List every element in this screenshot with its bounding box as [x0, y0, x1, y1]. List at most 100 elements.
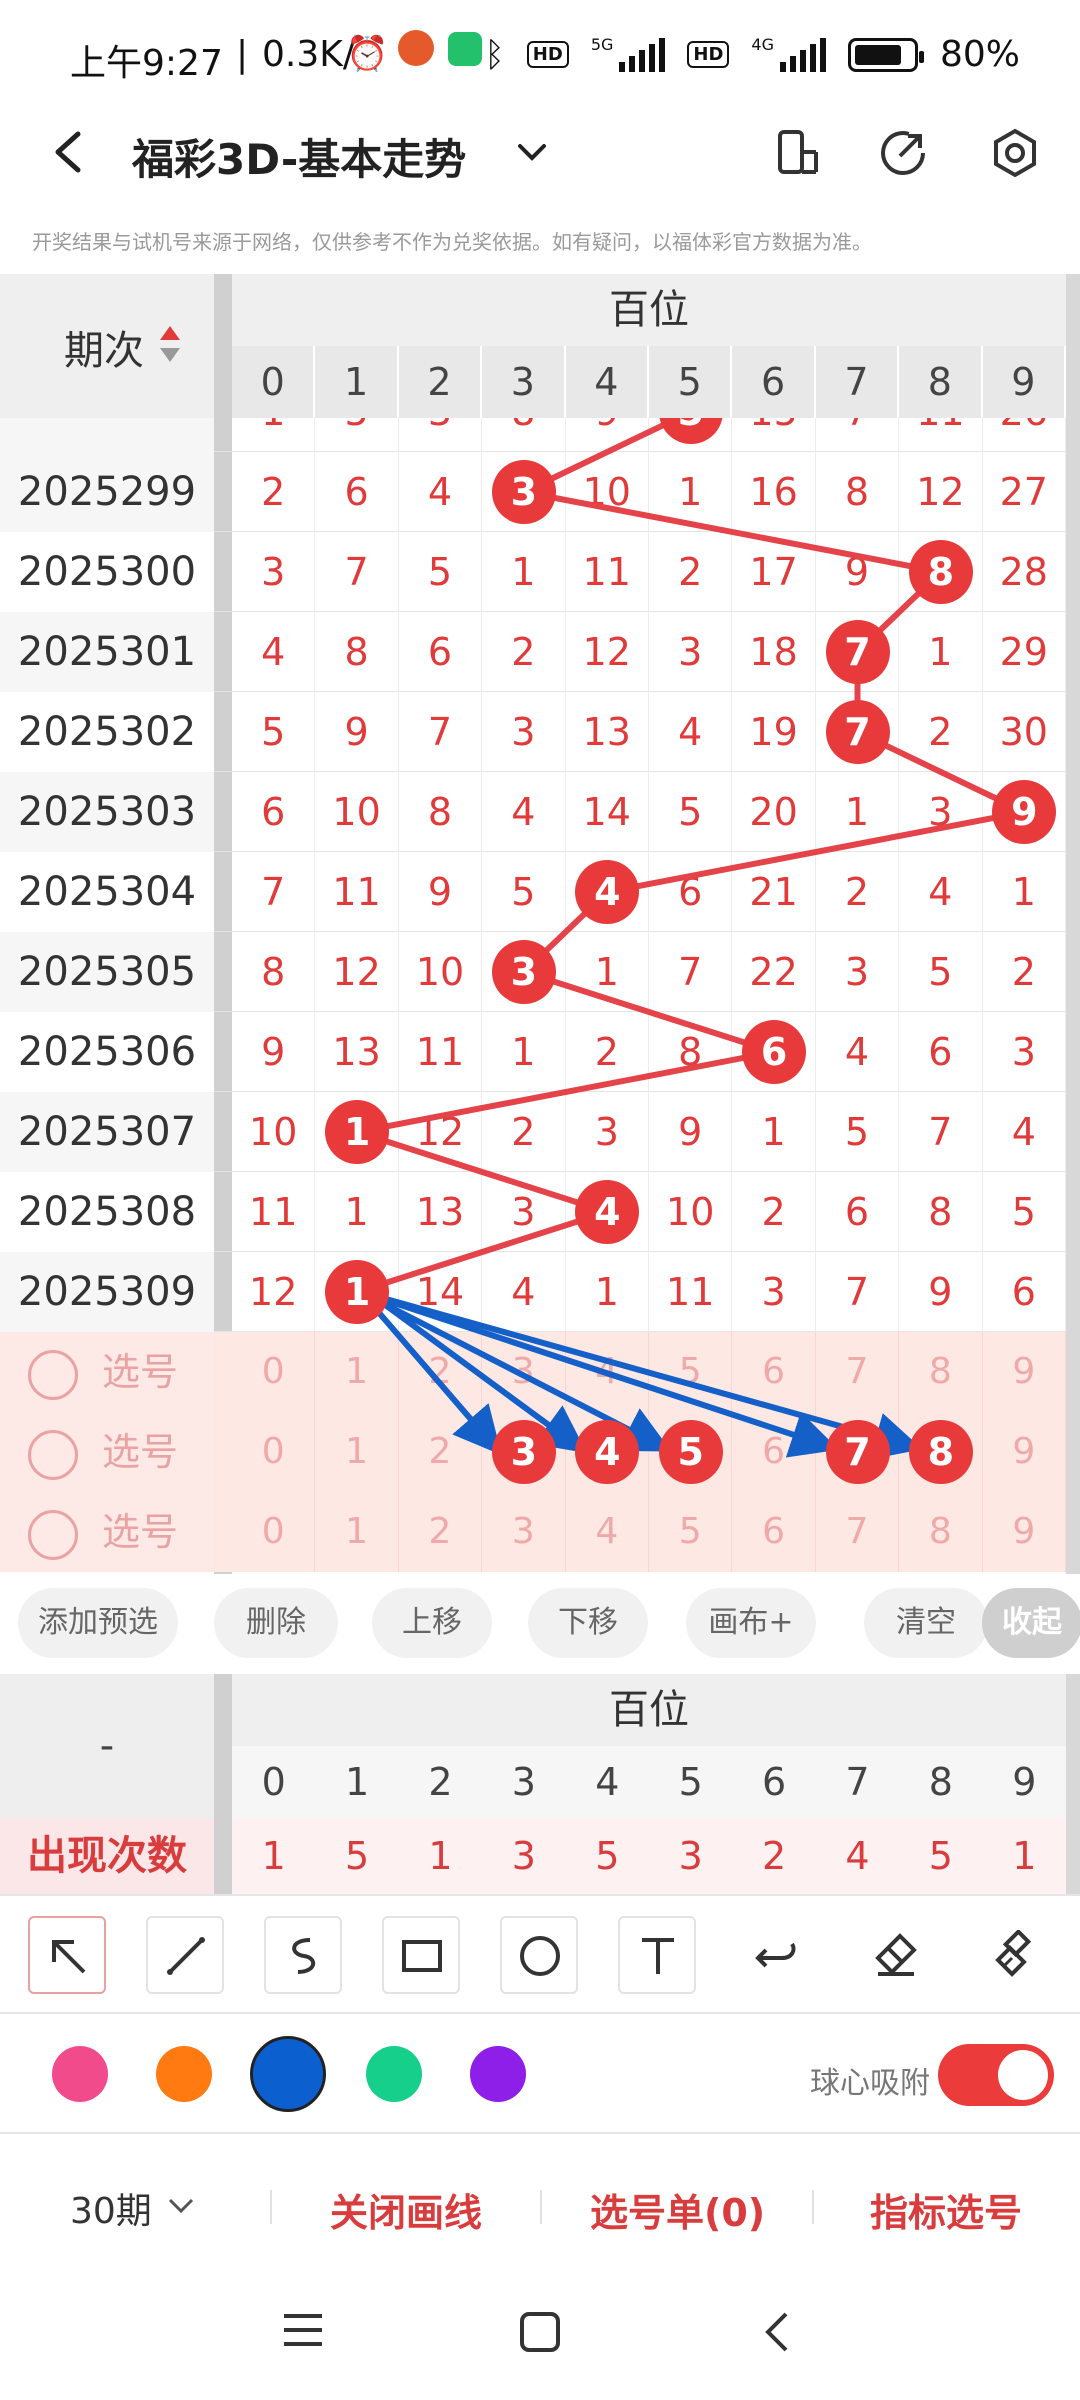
period-select[interactable]: 30期: [70, 2182, 152, 2234]
action-bar: 添加预选 删除 上移 下移 画布+ 清空 收起: [0, 1574, 1080, 1674]
column-header-9: 9: [983, 346, 1066, 418]
trend-table: 期次 百位 0123456789 15389157112620252992641…: [0, 274, 1080, 1574]
sort-icon[interactable]: [158, 324, 182, 364]
action-button-0[interactable]: 添加预选: [18, 1588, 178, 1658]
circle-tool[interactable]: [500, 1916, 578, 1994]
stats-table: - 百位 0 1 2 3 4 5 6 7 8 9 出现次数 1 5 1 3 5 3 2 4 5 1: [0, 1674, 1080, 1894]
column-header-4: 4: [566, 346, 649, 418]
action-button-2[interactable]: 上移: [372, 1588, 492, 1658]
stats-column-9: 9: [1012, 1760, 1037, 1804]
stats-value: 5: [344, 1834, 370, 1878]
color-swatch[interactable]: [250, 2036, 326, 2112]
stats-values: 1 5 1 3 5 3 2 4 5 1: [232, 1818, 1066, 1894]
column-header-2: 2: [399, 346, 483, 418]
text-tool[interactable]: [618, 1916, 696, 1994]
text-icon: [642, 1938, 674, 1974]
stats-group-header: 百位: [232, 1674, 1066, 1746]
hit-ball: 1: [325, 1100, 390, 1164]
right-scrollbar[interactable]: [1066, 274, 1080, 1574]
indicator-pick-button[interactable]: 指标选号: [870, 2182, 1022, 2237]
status-bar: 上午9:27 | 0.3K/s ⏰ ᛒ HD 5G HD 4G 80%: [0, 0, 1080, 120]
chevron-down-icon[interactable]: [512, 132, 552, 172]
snap-toggle-knob: [998, 2050, 1048, 2100]
action-button-5[interactable]: 清空: [864, 1588, 988, 1658]
hit-ball: 3: [491, 460, 556, 524]
color-swatch[interactable]: [470, 2046, 526, 2102]
pick-list-button[interactable]: 选号单(0): [590, 2182, 765, 2237]
stats-value: 3: [678, 1834, 703, 1878]
hit-ball: 6: [742, 1020, 807, 1084]
stats-value: 5: [595, 1834, 620, 1878]
chevron-down-icon[interactable]: [166, 2196, 196, 2216]
column-header-7: 7: [816, 346, 900, 418]
color-swatch[interactable]: [366, 2046, 422, 2102]
rectangle-icon: [402, 1940, 442, 1972]
disclaimer-text: 开奖结果与试机号来源于网络，仅供参考不作为兑奖依据。如有疑问，以福体彩官方数据为…: [32, 230, 872, 254]
stats-column-6: 6: [761, 1760, 787, 1804]
action-button-4[interactable]: 画布+: [686, 1588, 816, 1658]
column-header-3: 3: [482, 346, 566, 418]
hit-ball: 9: [992, 780, 1057, 844]
share-icon[interactable]: [876, 126, 930, 180]
action-button-6[interactable]: 收起: [982, 1588, 1080, 1658]
period-header[interactable]: 期次: [0, 274, 214, 418]
snap-toggle[interactable]: [938, 2044, 1054, 2106]
circle-icon: [520, 1936, 560, 1976]
table-body[interactable]: 1538915711262025299264101168122720253003…: [0, 418, 1066, 1574]
stats-column-0: 0: [261, 1760, 286, 1804]
divider: [540, 2190, 542, 2224]
trend-balls: 53877943614134578: [0, 418, 1066, 1574]
hit-ball: 7: [825, 700, 890, 764]
clear-brush-icon[interactable]: [990, 1930, 1040, 1980]
stats-column-2: 2: [428, 1760, 453, 1804]
layout-switch-icon[interactable]: [770, 126, 824, 180]
settings-icon[interactable]: [988, 126, 1042, 180]
menu-icon[interactable]: [280, 2310, 326, 2350]
line-tool[interactable]: [146, 1916, 224, 1994]
page-title: 福彩3D-基本走势: [132, 135, 467, 184]
stats-column-headers: 0 1 2 3 4 5 6 7 8 9: [232, 1746, 1066, 1818]
action-button-1[interactable]: 删除: [214, 1588, 338, 1658]
action-button-3[interactable]: 下移: [528, 1588, 648, 1658]
curve-icon: [292, 1938, 315, 1974]
picked-ball[interactable]: 3: [491, 1420, 556, 1484]
signal-icon-1: [619, 37, 666, 72]
group-header: 百位: [232, 274, 1066, 346]
picked-ball[interactable]: 7: [825, 1420, 890, 1484]
picked-ball[interactable]: 4: [575, 1420, 640, 1484]
column-headers: 0123456789: [232, 346, 1066, 418]
hit-ball: 7: [825, 620, 890, 684]
system-nav-bar: [0, 2266, 1080, 2400]
home-icon[interactable]: [518, 2310, 562, 2354]
app-notification-icon: [398, 30, 434, 66]
divider: [270, 2190, 272, 2224]
stats-value: 1: [1012, 1834, 1037, 1878]
close-draw-button[interactable]: 关闭画线: [330, 2182, 482, 2237]
stats-separator: [214, 1674, 232, 1894]
status-time: 上午9:27: [70, 43, 223, 84]
curve-tool[interactable]: [264, 1916, 342, 1994]
line-icon: [167, 1937, 205, 1975]
hit-ball: 5: [658, 418, 723, 444]
column-header-0: 0: [232, 346, 316, 418]
net-badge-1: 5G: [590, 35, 614, 54]
undo-icon[interactable]: [752, 1930, 802, 1980]
hit-ball: 1: [325, 1260, 390, 1324]
back-nav-icon[interactable]: [758, 2310, 798, 2354]
picked-ball[interactable]: 8: [908, 1420, 973, 1484]
stats-column-4: 4: [595, 1760, 620, 1804]
color-swatch[interactable]: [156, 2046, 212, 2102]
color-swatch[interactable]: [52, 2046, 108, 2102]
period-header-label: 期次: [64, 328, 144, 374]
back-arrow-icon[interactable]: [40, 122, 100, 182]
alarm-icon: ⏰: [346, 34, 389, 74]
arrow-pointer-tool[interactable]: [28, 1916, 106, 1994]
hit-ball: 3: [491, 940, 556, 1004]
stats-column-7: 7: [845, 1760, 870, 1804]
stats-row-label: 出现次数: [0, 1818, 214, 1894]
stats-column-5: 5: [678, 1760, 703, 1804]
bluetooth-icon: ᛒ: [484, 34, 505, 75]
eraser-icon[interactable]: [870, 1930, 920, 1980]
rectangle-tool[interactable]: [382, 1916, 460, 1994]
picked-ball[interactable]: 5: [658, 1420, 723, 1484]
